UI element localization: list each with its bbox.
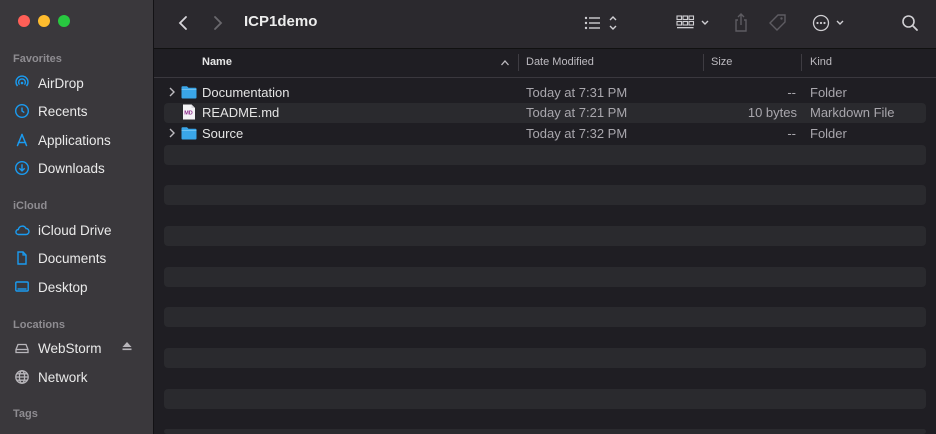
sidebar-item-label: Downloads [38,160,105,176]
folder-icon [181,127,197,140]
table-row[interactable]: Documentation Today at 7:31 PM -- Folder [164,83,926,103]
grid-icon [676,15,709,29]
column-kind[interactable]: Kind [810,56,832,68]
empty-row [164,185,926,205]
column-divider[interactable] [518,54,519,71]
empty-row [164,348,926,368]
main-content: ICP1demo Name Date Modified Size Kind Do… [154,0,936,434]
file-kind: Folder [810,85,847,100]
chevron-left-icon [178,16,187,30]
empty-row [164,267,926,287]
cloud-icon [13,221,31,239]
table-row[interactable]: Source Today at 7:32 PM -- Folder [164,124,926,144]
disclosure-triangle-icon[interactable] [168,127,176,139]
share-button[interactable] [730,11,752,35]
file-date: Today at 7:21 PM [526,105,628,120]
tag-icon [769,14,786,31]
column-header: Name Date Modified Size Kind [154,49,936,78]
file-kind: Markdown File [810,105,895,120]
sidebar-item-downloads[interactable]: Downloads [13,157,143,179]
minimize-window-button[interactable] [38,15,50,27]
window-controls [18,15,70,27]
applications-icon [13,131,31,149]
close-window-button[interactable] [18,15,30,27]
document-icon [13,249,31,267]
empty-row [164,226,926,246]
sidebar-item-label: Recents [38,103,88,119]
section-favorites: Favorites [13,53,62,65]
sidebar-item-network[interactable]: Network [13,366,143,388]
clock-icon [13,102,31,120]
sidebar-item-recents[interactable]: Recents [13,100,143,122]
sidebar-item-label: iCloud Drive [38,222,112,238]
view-options-button[interactable] [582,12,620,34]
column-size[interactable]: Size [711,56,732,68]
folder-icon [181,86,197,99]
more-actions-button[interactable] [810,11,850,35]
file-name: README.md [202,105,280,120]
search-button[interactable] [898,11,922,35]
sidebar-item-label: Network [38,369,88,385]
column-date-modified[interactable]: Date Modified [526,56,594,68]
file-name: Source [202,126,244,141]
toolbar: ICP1demo [154,0,936,49]
file-size: -- [787,126,796,141]
column-name[interactable]: Name [202,56,232,68]
sidebar-item-applications[interactable]: Applications [13,129,143,151]
disclosure-triangle-icon[interactable] [168,86,176,98]
section-locations: Locations [13,319,65,331]
forward-button[interactable] [209,12,227,34]
table-row[interactable]: MD README.md Today at 7:21 PM 10 bytes M… [164,103,926,123]
sort-ascending-icon [501,60,509,66]
list-view-icon [584,16,617,30]
search-icon [902,15,918,31]
share-icon [735,13,747,32]
file-date: Today at 7:32 PM [526,126,628,141]
download-icon [13,159,31,177]
group-by-button[interactable] [674,12,714,34]
empty-row [164,307,926,327]
sidebar-item-desktop[interactable]: Desktop [13,276,143,298]
eject-icon[interactable] [121,340,133,355]
drive-icon [13,339,31,357]
desktop-icon [13,278,31,296]
file-name: Documentation [202,85,290,100]
svg-text:MD: MD [184,111,193,117]
ellipsis-circle-icon [812,14,844,32]
file-kind: Folder [810,126,847,141]
sidebar-item-label: Documents [38,250,107,266]
empty-row [164,429,926,434]
empty-row [164,145,926,165]
sidebar-item-label: Applications [38,132,111,148]
file-date: Today at 7:31 PM [526,85,628,100]
empty-row [164,389,926,409]
section-tags: Tags [13,408,38,420]
sidebar-item-label: WebStorm [38,340,102,356]
section-icloud: iCloud [13,200,48,212]
window-title: ICP1demo [244,13,318,30]
zoom-window-button[interactable] [58,15,70,27]
sidebar-item-label: AirDrop [38,75,84,91]
sidebar-item-airdrop[interactable]: AirDrop [13,72,143,94]
markdown-file-icon: MD [183,104,195,120]
sidebar: Favorites AirDrop Recents Applications D… [0,0,154,434]
file-size: -- [787,85,796,100]
globe-icon [13,368,31,386]
column-divider[interactable] [801,54,802,71]
sidebar-item-icloud-drive[interactable]: iCloud Drive [13,219,143,241]
sidebar-item-documents[interactable]: Documents [13,247,143,269]
sidebar-item-label: Desktop [38,279,88,295]
airdrop-icon [13,74,31,92]
back-button[interactable] [174,12,192,34]
chevron-right-icon [214,16,223,30]
tag-button[interactable] [766,11,790,35]
sidebar-item-webstorm[interactable]: WebStorm [13,337,143,359]
file-size: 10 bytes [747,105,797,120]
column-divider[interactable] [703,54,704,71]
